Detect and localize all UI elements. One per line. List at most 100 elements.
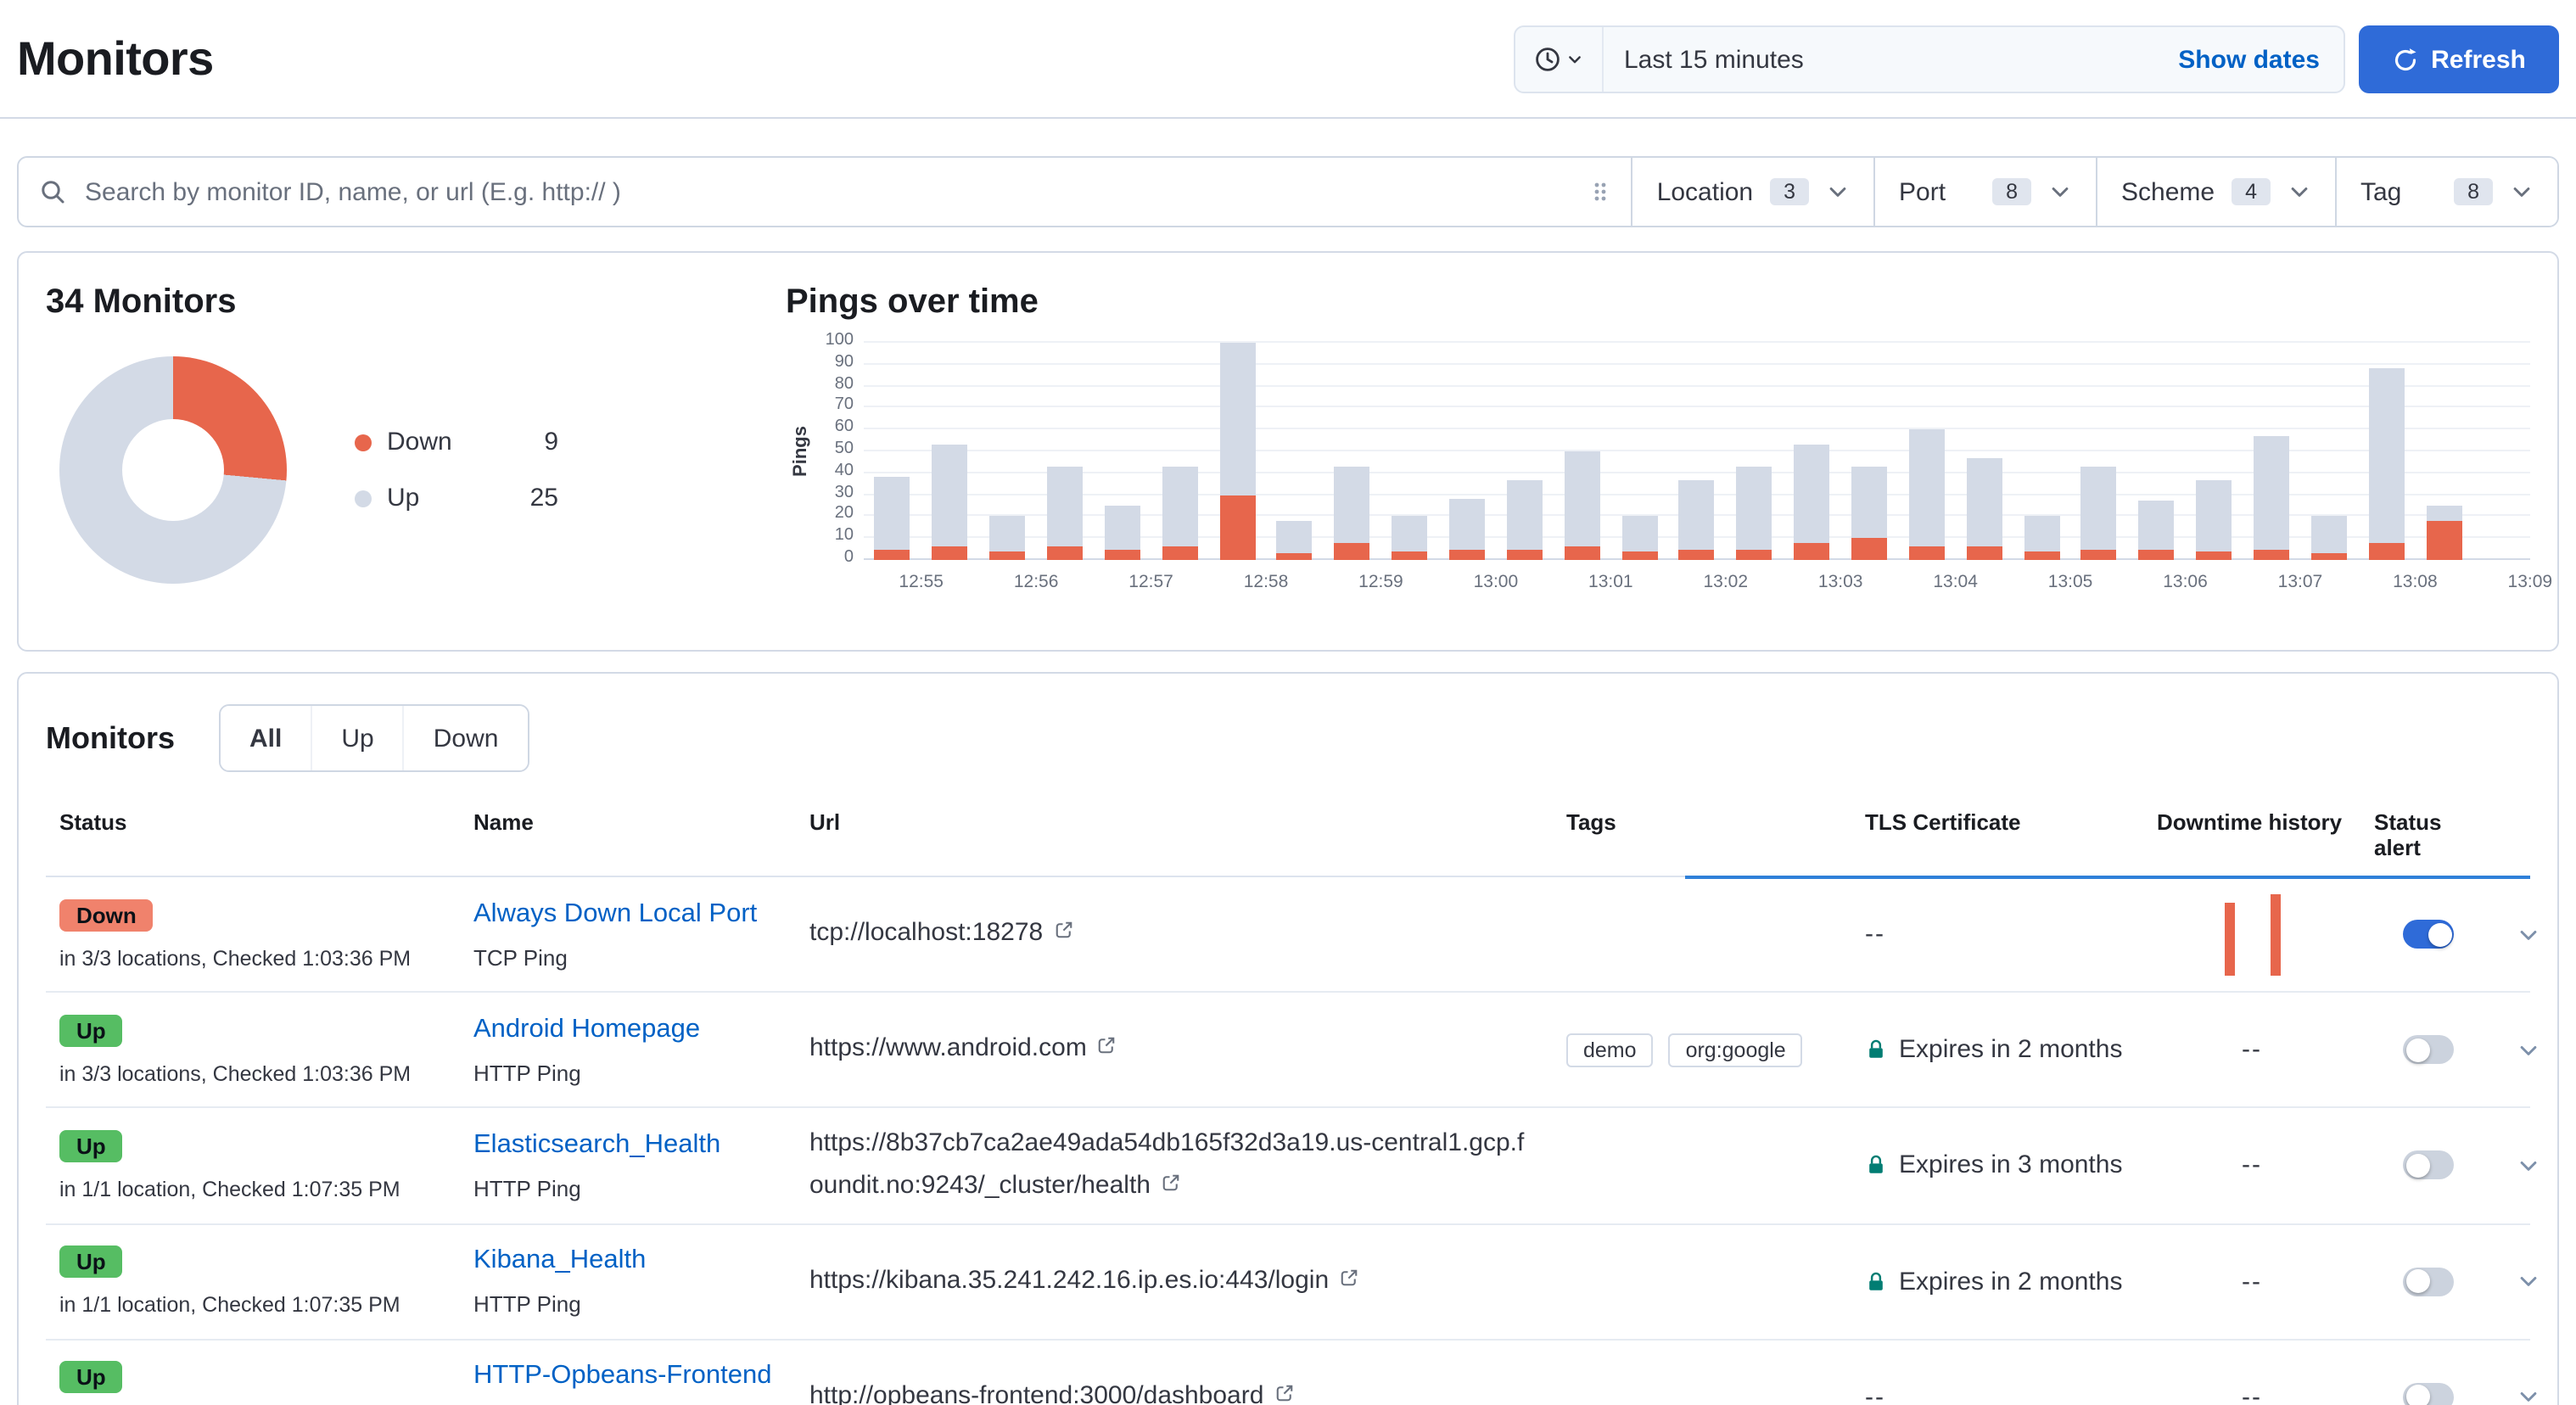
chevron-down-icon bbox=[1566, 51, 1583, 68]
clock-icon bbox=[1534, 46, 1561, 73]
tls-cell: -- bbox=[1851, 1382, 2143, 1405]
grip-icon[interactable] bbox=[1591, 180, 1611, 204]
status-cell: Upin 1/1 location, Checked 1:07:35 PM bbox=[46, 1245, 460, 1317]
ping-bar bbox=[1036, 343, 1094, 560]
tls-expiry: Expires in 2 months bbox=[1899, 1267, 2122, 1296]
external-link-icon bbox=[1161, 1173, 1181, 1193]
pings-chart-title: Pings over time bbox=[786, 283, 2530, 322]
bar-up-segment bbox=[1449, 499, 1485, 549]
monitor-name-link[interactable]: Android Homepage bbox=[473, 1014, 700, 1043]
x-tick-label: 13:01 bbox=[1582, 572, 1639, 592]
url-external-link[interactable] bbox=[1161, 1166, 1181, 1208]
expand-cell bbox=[2496, 1262, 2568, 1300]
url-external-link[interactable] bbox=[1274, 1375, 1294, 1405]
url-cell: https://8b37cb7ca2ae49ada54db165f32d3a19… bbox=[796, 1123, 1553, 1207]
filter-tag-button[interactable]: Tag8 bbox=[2335, 158, 2557, 226]
monitor-name-link[interactable]: Elasticsearch_Health bbox=[473, 1130, 720, 1159]
expand-row-button[interactable] bbox=[2510, 1147, 2547, 1184]
x-tick-label bbox=[1869, 572, 1927, 592]
expand-row-button[interactable] bbox=[2510, 1262, 2547, 1300]
tls-cell: Expires in 2 months bbox=[1851, 1267, 2143, 1296]
toggle-knob bbox=[2405, 1038, 2429, 1061]
bar-up-segment bbox=[1335, 467, 1370, 543]
url-external-link[interactable] bbox=[1339, 1260, 1359, 1302]
ping-bar bbox=[1840, 343, 1898, 560]
filter-count-badge: 3 bbox=[1770, 178, 1809, 205]
search-icon bbox=[39, 178, 66, 205]
date-range-value[interactable]: Last 15 minutes bbox=[1604, 45, 2154, 74]
ping-bar bbox=[1208, 343, 1266, 560]
status-alert-toggle[interactable] bbox=[2403, 1267, 2454, 1296]
ping-bar bbox=[1726, 343, 1784, 560]
monitors-filter-all-button[interactable]: All bbox=[221, 706, 311, 770]
column-header-downtime-history[interactable]: Downtime history bbox=[2143, 809, 2360, 860]
expand-row-button[interactable] bbox=[2510, 915, 2547, 953]
monitor-name-link[interactable]: Always Down Local Port bbox=[473, 898, 757, 927]
column-header-name[interactable]: Name bbox=[460, 809, 796, 860]
chevron-down-icon bbox=[2517, 1269, 2540, 1293]
bar-up-segment bbox=[2311, 517, 2347, 554]
url-cell: http://opbeans-frontend:3000/dashboard bbox=[796, 1375, 1553, 1405]
url-external-link[interactable] bbox=[1097, 1028, 1117, 1071]
refresh-button[interactable]: Refresh bbox=[2359, 25, 2559, 93]
overview-panel: 34 Monitors Down9Up25 Pings over time Pi… bbox=[17, 251, 2559, 652]
filter-label: Location bbox=[1657, 177, 1753, 206]
bar-up-segment bbox=[1277, 521, 1313, 553]
monitor-url: tcp://localhost:18278 bbox=[809, 918, 1043, 947]
ping-bar bbox=[864, 343, 921, 560]
x-tick-label bbox=[950, 572, 1008, 592]
ping-bar bbox=[1324, 343, 1381, 560]
filter-location-button[interactable]: Location 3 bbox=[1632, 158, 1873, 226]
ping-bar bbox=[2013, 343, 2070, 560]
x-tick-label: 13:08 bbox=[2387, 572, 2444, 592]
column-header-status-alert[interactable]: Status alert bbox=[2360, 809, 2496, 860]
monitors-filter-down-button[interactable]: Down bbox=[403, 706, 528, 770]
tls-cell: Expires in 3 months bbox=[1851, 1151, 2143, 1180]
downtime-bar bbox=[2270, 893, 2280, 975]
chevron-down-icon bbox=[1826, 180, 1850, 204]
bar-down-segment bbox=[2081, 549, 2117, 560]
monitor-name-link[interactable]: Kibana_Health bbox=[473, 1245, 646, 1274]
external-link-icon bbox=[1274, 1382, 1294, 1402]
show-dates-button[interactable]: Show dates bbox=[2154, 45, 2344, 74]
ping-bar bbox=[978, 343, 1036, 560]
toggle-knob bbox=[2405, 1269, 2429, 1293]
alert-cell bbox=[2360, 1267, 2496, 1296]
monitors-list-header: Monitors AllUpDown bbox=[46, 704, 2530, 772]
status-alert-toggle[interactable] bbox=[2403, 1382, 2454, 1405]
monitors-filter-up-button[interactable]: Up bbox=[311, 706, 402, 770]
status-alert-toggle[interactable] bbox=[2403, 1035, 2454, 1064]
x-tick-label bbox=[2099, 572, 2157, 592]
bar-up-segment bbox=[2024, 517, 2059, 551]
status-badge: Down bbox=[59, 898, 154, 931]
downtime-cell: -- bbox=[2143, 1035, 2360, 1064]
quick-select-button[interactable] bbox=[1515, 27, 1604, 92]
chevron-down-icon bbox=[2517, 1385, 2540, 1405]
alert-cell bbox=[2360, 1382, 2496, 1405]
expand-row-button[interactable] bbox=[2510, 1378, 2547, 1405]
column-header-url[interactable]: Url bbox=[796, 809, 1553, 860]
ping-bar bbox=[921, 343, 979, 560]
filter-scheme-button[interactable]: Scheme4 bbox=[2096, 158, 2335, 226]
monitor-name-link[interactable]: HTTP-Opbeans-Frontend bbox=[473, 1361, 772, 1390]
filter-label: Port bbox=[1899, 177, 1975, 206]
url-external-link[interactable] bbox=[1053, 913, 1073, 955]
x-tick-label: 13:07 bbox=[2271, 572, 2329, 592]
search-input[interactable] bbox=[81, 176, 1576, 208]
bar-up-segment bbox=[2369, 369, 2405, 543]
table-row: Upin 1/1 location, Checked 1:07:35 PM Kib… bbox=[46, 1224, 2530, 1340]
filter-count-badge: 8 bbox=[1992, 178, 2031, 205]
expand-row-button[interactable] bbox=[2510, 1031, 2547, 1068]
ping-bar bbox=[2415, 343, 2472, 560]
column-header-status[interactable]: Status bbox=[46, 809, 460, 860]
chevron-down-icon bbox=[2517, 1038, 2540, 1061]
status-alert-toggle[interactable] bbox=[2403, 1151, 2454, 1180]
column-header-tls-certificate[interactable]: TLS Certificate bbox=[1851, 809, 2143, 860]
bar-down-segment bbox=[989, 551, 1025, 560]
downtime-empty: -- bbox=[2242, 1382, 2262, 1405]
tag-badge: demo bbox=[1566, 1033, 1654, 1066]
column-header-tags[interactable]: Tags bbox=[1553, 809, 1851, 860]
filter-port-button[interactable]: Port 8 bbox=[1873, 158, 2096, 226]
status-alert-toggle[interactable] bbox=[2403, 920, 2454, 949]
name-cell: Elasticsearch_HealthHTTP Ping bbox=[460, 1130, 796, 1201]
